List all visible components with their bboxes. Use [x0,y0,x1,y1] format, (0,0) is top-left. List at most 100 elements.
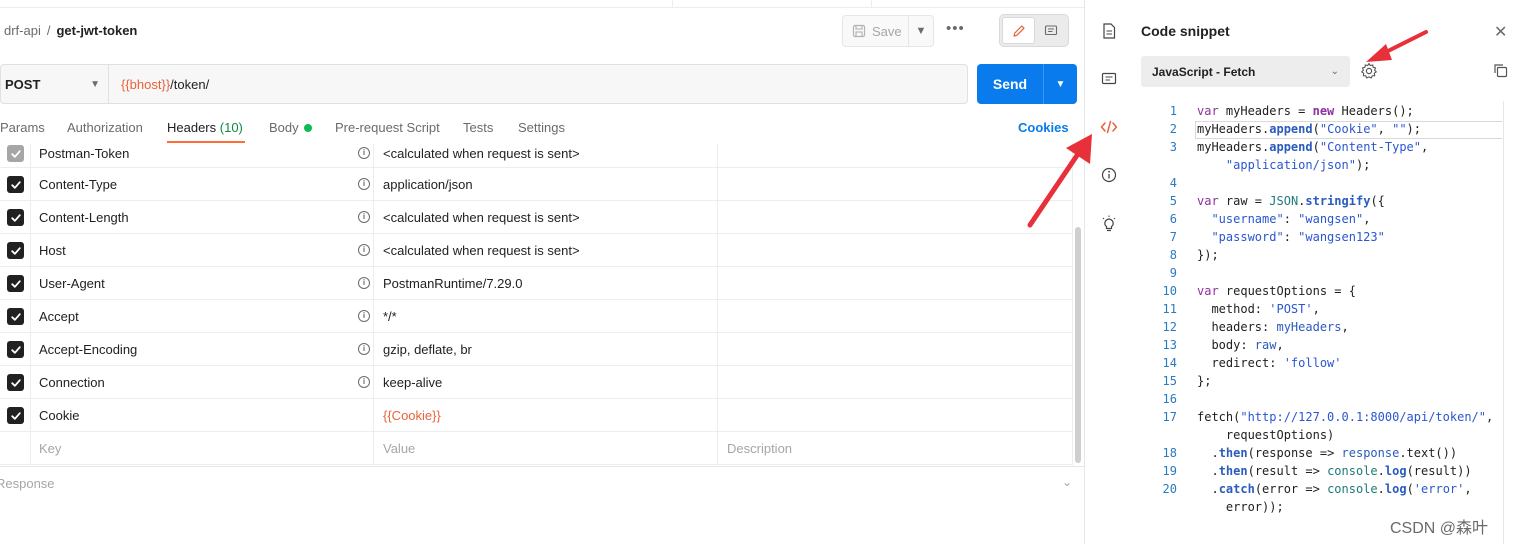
code-icon[interactable] [1100,118,1118,136]
header-value[interactable]: PostmanRuntime/7.29.0 [383,276,522,291]
language-select[interactable]: JavaScript - Fetch ⌄ [1141,56,1350,87]
tab-body[interactable]: Body [269,120,312,135]
info-icon[interactable]: i [358,277,370,289]
breadcrumb-collection[interactable]: drf-api [4,23,41,38]
scrollbar[interactable] [1075,227,1081,463]
method-select[interactable]: POST ▼ [1,65,109,103]
header-key[interactable]: Connection [39,375,105,390]
tab-headers-label: Headers [167,120,217,135]
header-enabled-checkbox[interactable] [7,145,24,162]
info-icon[interactable]: i [358,178,370,190]
header-enabled-checkbox[interactable] [7,308,24,325]
method-value: POST [5,76,41,92]
header-key[interactable]: Host [39,243,66,258]
line-number: 18 [1162,446,1177,460]
tab-authorization[interactable]: Authorization [67,120,143,135]
header-value[interactable]: <calculated when request is sent> [383,243,580,258]
info-icon[interactable]: i [358,244,370,256]
header-value[interactable]: {{Cookie}} [383,408,441,423]
column-divider [373,300,374,332]
docs-mode-button[interactable] [1035,17,1066,44]
annotation-arrow-code [1027,134,1092,228]
column-divider [717,144,718,167]
header-value[interactable]: <calculated when request is sent> [383,210,580,225]
url-variable: {{bhost}} [121,76,171,92]
info-icon[interactable] [1100,166,1118,184]
line-number: 10 [1162,284,1177,298]
tab-prerequest-script[interactable]: Pre-request Script [335,120,440,135]
header-key[interactable]: Content-Type [39,177,117,192]
response-label: Response [0,476,55,491]
description-input[interactable]: Description [727,441,792,456]
breadcrumb-request[interactable]: get-jwt-token [56,23,137,38]
code-line: myHeaders.append("Content-Type", [1197,140,1429,154]
tab-body-label: Body [269,120,299,135]
save-options-chevron-icon[interactable]: ▼ [909,25,933,37]
column-divider [717,366,718,398]
value-input[interactable]: Value [383,441,415,456]
code-line: method: 'POST', [1197,302,1320,316]
header-key[interactable]: Accept-Encoding [39,342,137,357]
pane-divider[interactable] [1084,0,1085,544]
code-snippet-title: Code snippet [1141,23,1230,39]
header-value[interactable]: */* [383,309,397,324]
header-value[interactable]: <calculated when request is sent> [383,146,580,161]
info-icon[interactable]: i [358,376,370,388]
table-row-placeholder: Key Value Description [0,432,1073,465]
header-key[interactable]: Accept [39,309,79,324]
edit-mode-button[interactable] [1002,17,1035,44]
tab-settings[interactable]: Settings [518,120,565,135]
header-value[interactable]: gzip, deflate, br [383,342,472,357]
info-icon[interactable]: i [358,343,370,355]
code-line: var raw = JSON.stringify({ [1197,194,1385,208]
more-actions-button[interactable]: ••• [946,20,965,37]
lightbulb-icon[interactable] [1100,214,1118,232]
save-label: Save [872,23,902,39]
header-enabled-checkbox[interactable] [7,209,24,226]
header-enabled-checkbox[interactable] [7,176,24,193]
url-input[interactable]: {{bhost}}/token/ [109,77,209,92]
line-number: 16 [1162,392,1177,406]
comment-icon [1044,24,1057,35]
header-key[interactable]: Cookie [39,408,79,423]
header-key[interactable]: Content-Length [39,210,129,225]
tab-params[interactable]: Params [0,120,45,135]
column-divider [1072,267,1073,299]
chevron-down-icon[interactable]: ⌄ [1062,475,1072,489]
tab-tests[interactable]: Tests [463,120,493,135]
send-options-chevron-icon[interactable]: ▼ [1044,64,1077,104]
open-tab-edge[interactable] [672,0,872,8]
comments-icon[interactable] [1100,70,1118,88]
header-enabled-checkbox[interactable] [7,275,24,292]
documentation-icon[interactable] [1100,22,1118,40]
info-icon[interactable]: i [358,310,370,322]
info-icon[interactable]: i [358,147,370,159]
header-value[interactable]: application/json [383,177,473,192]
code-editor[interactable]: 1 var myHeaders = new Headers(); 2 myHeader… [1141,101,1503,521]
code-line: body: raw, [1197,338,1284,352]
table-row: Cookie {{Cookie}} [0,399,1073,432]
line-number: 1 [1169,104,1177,118]
send-button-group: Send ▼ [977,64,1077,104]
header-value[interactable]: keep-alive [383,375,442,390]
top-tab-strip [0,0,1084,8]
line-number: 14 [1162,356,1177,370]
header-enabled-checkbox[interactable] [7,242,24,259]
header-enabled-checkbox[interactable] [7,341,24,358]
header-enabled-checkbox[interactable] [7,374,24,391]
info-icon[interactable]: i [358,211,370,223]
column-divider [373,234,374,266]
copy-icon[interactable] [1493,63,1508,81]
key-input[interactable]: Key [39,441,61,456]
close-icon[interactable]: ✕ [1494,22,1507,42]
header-key[interactable]: Postman-Token [39,146,129,161]
column-divider [1072,432,1073,464]
header-enabled-checkbox[interactable] [7,407,24,424]
save-button[interactable]: Save [843,16,909,46]
response-pane[interactable]: Response ⌄ [0,466,1084,500]
send-button[interactable]: Send [977,64,1044,104]
column-divider [373,399,374,431]
tab-headers[interactable]: Headers (10) [167,120,243,135]
column-divider [717,399,718,431]
header-key[interactable]: User-Agent [39,276,105,291]
